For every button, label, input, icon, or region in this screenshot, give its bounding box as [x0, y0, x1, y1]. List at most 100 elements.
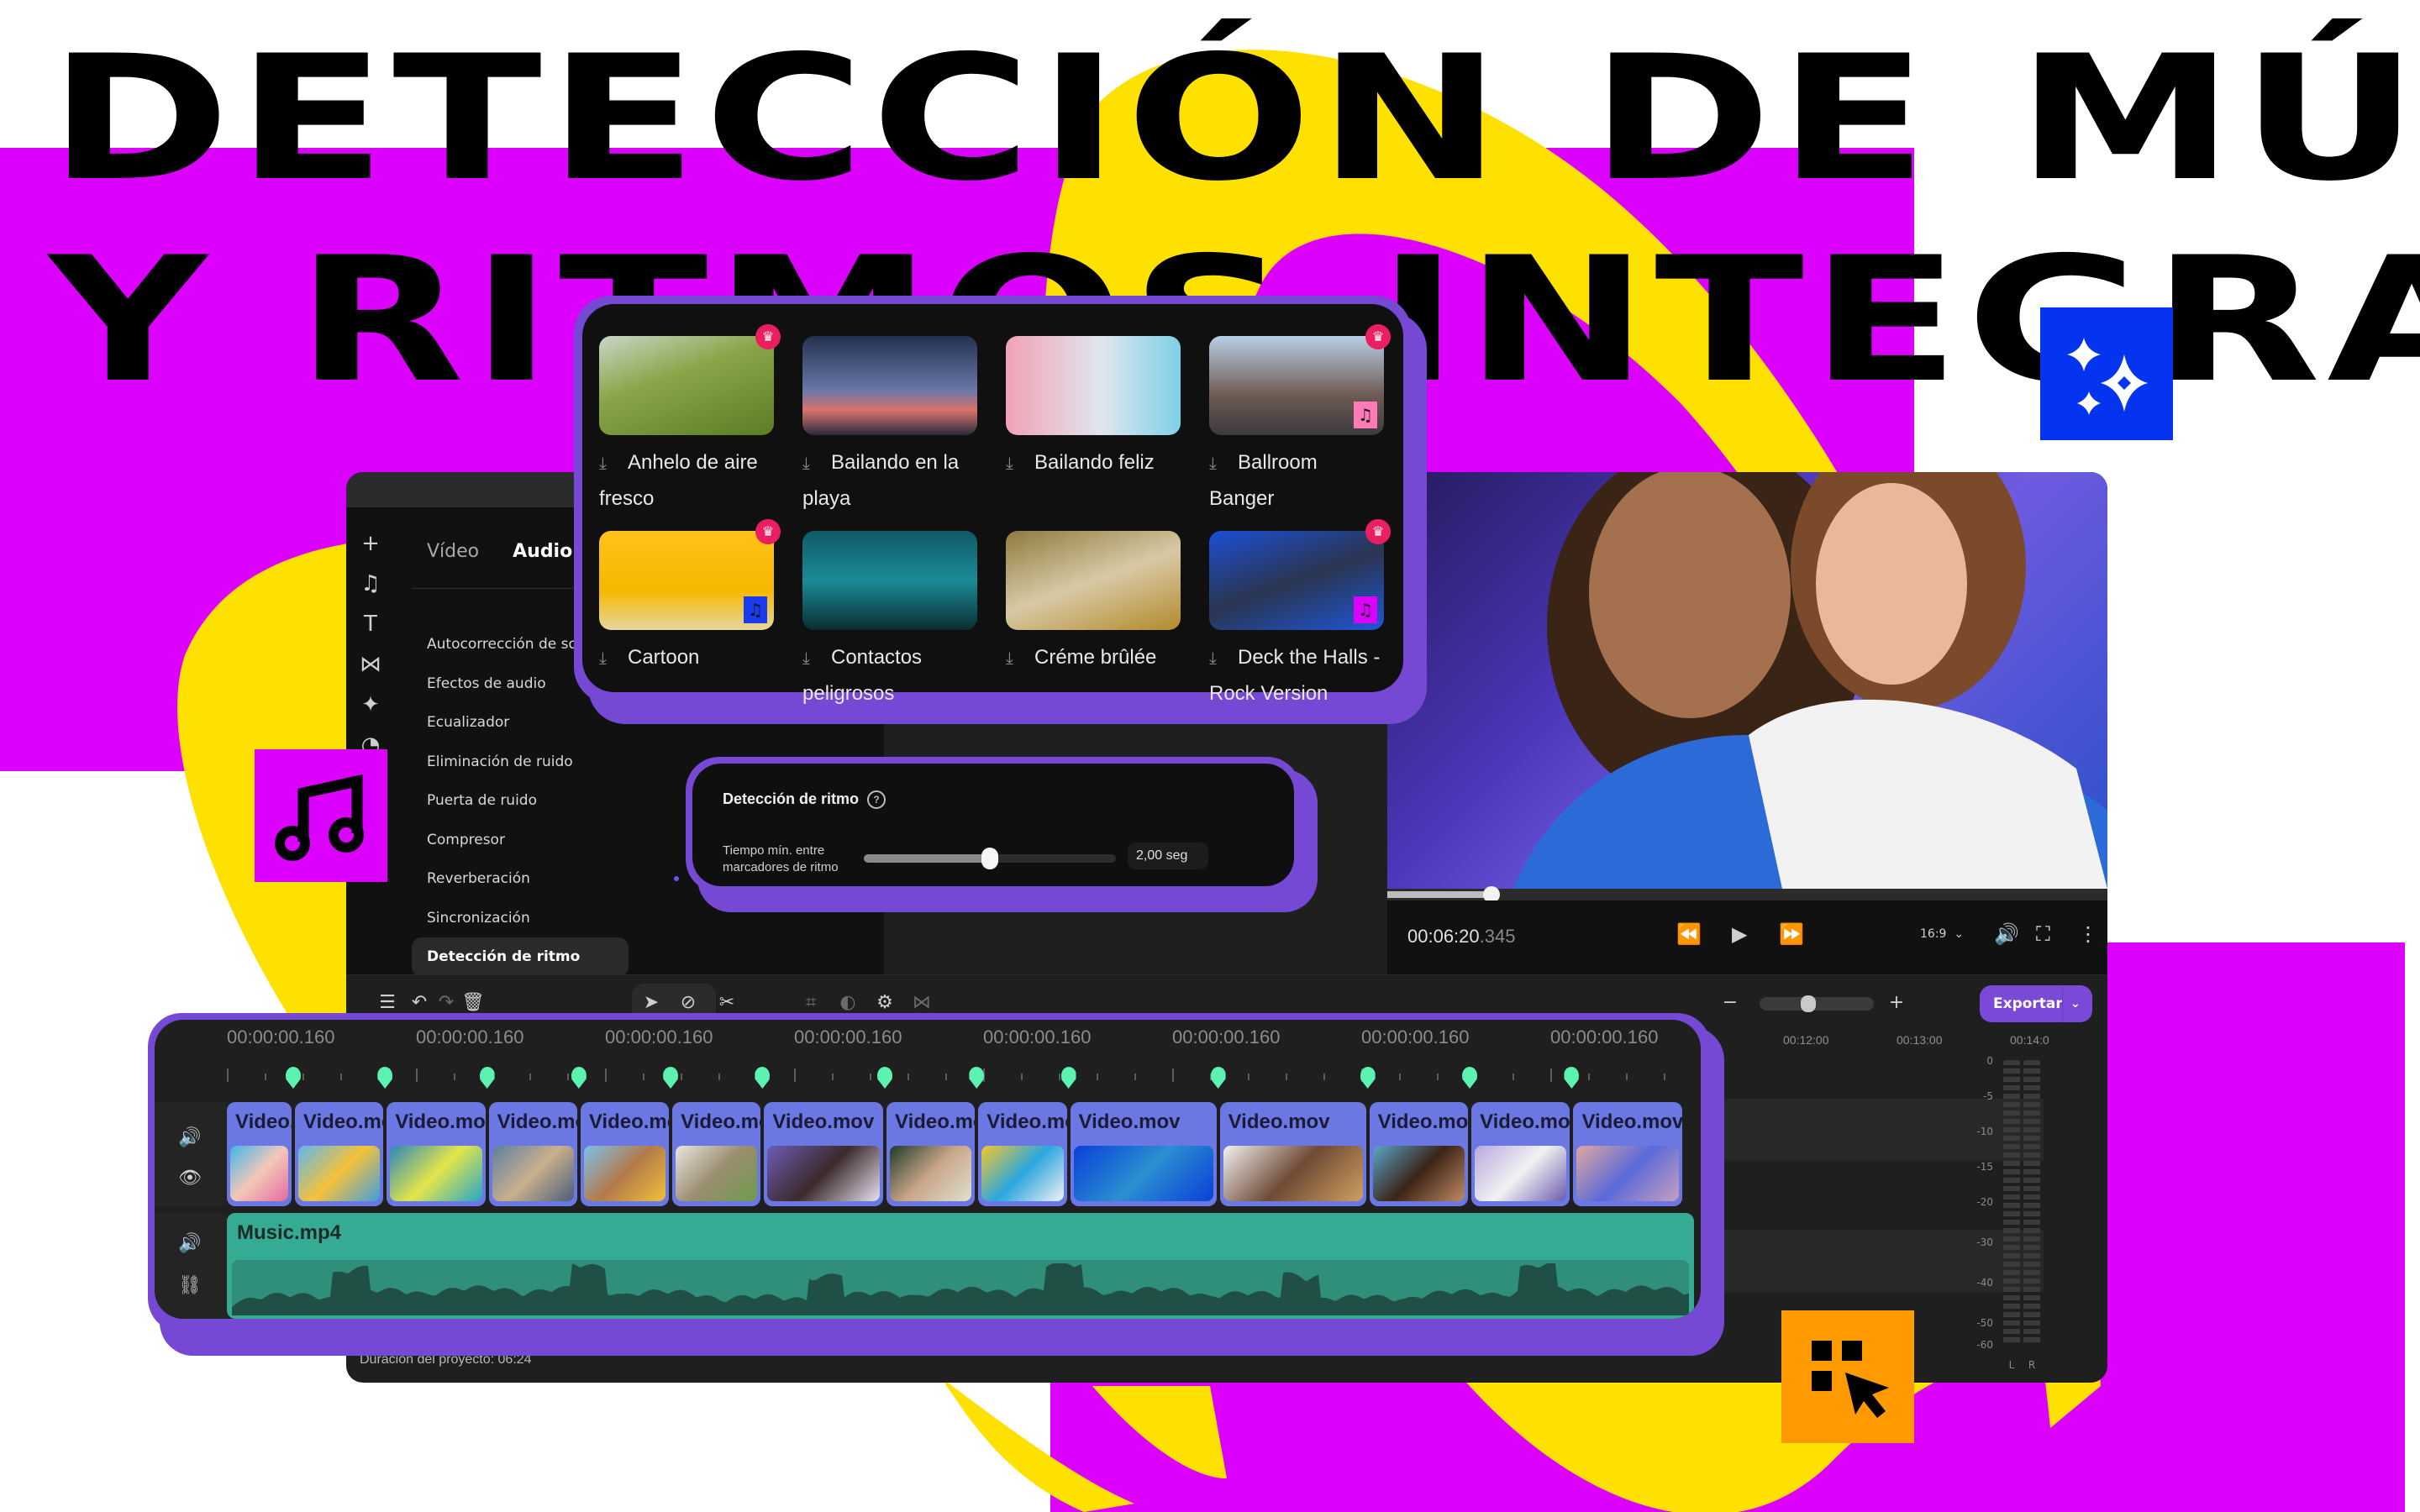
- beat-marker[interactable]: [1360, 1067, 1376, 1089]
- video-preview[interactable]: [1387, 472, 2107, 889]
- help-icon[interactable]: ?: [867, 790, 886, 810]
- video-clip[interactable]: Video.mov: [1070, 1102, 1217, 1206]
- video-clip[interactable]: Video.mov: [978, 1102, 1067, 1206]
- undo-icon[interactable]: ↶: [407, 992, 432, 1013]
- video-clip[interactable]: Video.mov: [886, 1102, 976, 1206]
- export-button[interactable]: Exportar ⌄: [1980, 985, 2092, 1022]
- video-clip[interactable]: Video.mov: [1471, 1102, 1570, 1206]
- download-icon[interactable]: ⤓: [802, 641, 831, 676]
- track-thumbnail[interactable]: ♛ ♫: [1209, 324, 1391, 435]
- track-audio-icon[interactable]: 🔊: [178, 1127, 201, 1148]
- zoom-out-icon[interactable]: −: [1718, 992, 1743, 1013]
- menu-item-detección-de-ritmo[interactable]: Detección de ritmo: [412, 937, 629, 977]
- download-icon[interactable]: ⤓: [1006, 446, 1034, 481]
- music-icon[interactable]: ♫: [358, 571, 383, 596]
- min-interval-slider[interactable]: [864, 848, 1116, 869]
- min-interval-value-field[interactable]: 2,00 seg: [1128, 843, 1208, 869]
- download-icon[interactable]: ⤓: [1209, 641, 1238, 676]
- music-track-card[interactable]: ⤓ Bailando en la playa: [802, 336, 977, 517]
- slider-handle[interactable]: [981, 848, 998, 869]
- music-track-card[interactable]: ⤓ Contactos peligrosos: [802, 531, 977, 711]
- ruler-tick: [1097, 1074, 1098, 1080]
- delete-icon[interactable]: 🗑: [460, 992, 486, 1013]
- beat-marker[interactable]: [663, 1067, 679, 1089]
- add-track-icon[interactable]: ☰: [375, 992, 400, 1013]
- playback-scrubber[interactable]: [1387, 886, 2107, 903]
- timeline-ruler[interactable]: 00:00:00.160 00:00:00.160 00:00:00.160 00:0…: [227, 1026, 1689, 1089]
- track-thumbnail[interactable]: ♛ ♫: [1209, 519, 1391, 630]
- fast-forward-icon[interactable]: ⏩: [1779, 922, 1804, 946]
- crop-icon[interactable]: ⌗: [798, 992, 823, 1013]
- beat-marker[interactable]: [877, 1067, 893, 1089]
- music-track-card[interactable]: ♛ ♫ ⤓ Cartoon: [599, 519, 781, 676]
- ruler-time-label: 00:00:00.160: [227, 1026, 335, 1047]
- music-track-card[interactable]: ♛ ♫ ⤓ Ballroom Banger: [1209, 324, 1391, 517]
- video-clip[interactable]: Video.mov: [580, 1102, 670, 1206]
- unlink-icon[interactable]: ⛓: [178, 1275, 202, 1296]
- beat-marker[interactable]: [571, 1067, 587, 1089]
- download-icon[interactable]: ⤓: [599, 641, 628, 676]
- video-clip[interactable]: Video.mov: [488, 1102, 577, 1206]
- add-icon[interactable]: +: [358, 531, 383, 556]
- volume-icon[interactable]: 🔊: [1994, 922, 2019, 946]
- magnet-icon[interactable]: ⊘: [676, 992, 701, 1013]
- video-clip[interactable]: Video.mov: [1219, 1102, 1366, 1206]
- download-icon[interactable]: ⤓: [1006, 641, 1034, 676]
- play-icon[interactable]: ▶: [1732, 922, 1747, 946]
- zoom-in-icon[interactable]: +: [1884, 992, 1909, 1013]
- text-icon[interactable]: T: [358, 612, 383, 637]
- track-thumbnail[interactable]: [1006, 336, 1181, 435]
- track-title: ⤓ Bailando en la playa: [802, 445, 977, 517]
- video-clip[interactable]: Video.mov: [1369, 1102, 1469, 1206]
- music-track-card[interactable]: ♛ ♫ ⤓ Deck the Halls - Rock Version: [1209, 519, 1391, 711]
- video-clip[interactable]: Video.mov: [227, 1102, 292, 1206]
- timeline-zoom-slider[interactable]: [1760, 995, 1874, 1012]
- beat-marker[interactable]: [1210, 1067, 1226, 1089]
- download-icon[interactable]: ⤓: [1209, 446, 1238, 481]
- video-clip[interactable]: Video.mov: [294, 1102, 384, 1206]
- music-track-card[interactable]: ⤓ Bailando feliz: [1006, 336, 1181, 481]
- color-icon[interactable]: ◐: [835, 992, 860, 1013]
- adjust-icon[interactable]: ⚙: [872, 992, 897, 1013]
- ruler-tick: [1437, 1074, 1439, 1080]
- beat-marker[interactable]: [1462, 1067, 1478, 1089]
- beat-marker[interactable]: [969, 1067, 985, 1089]
- beat-marker[interactable]: [755, 1067, 771, 1089]
- effects-icon[interactable]: ✦: [358, 692, 383, 717]
- video-clip[interactable]: Video.mov: [672, 1102, 761, 1206]
- download-icon[interactable]: ⤓: [802, 446, 831, 481]
- transition-icon[interactable]: ⋈: [909, 992, 934, 1013]
- redo-icon[interactable]: ↷: [434, 992, 459, 1013]
- cut-icon[interactable]: ✂: [714, 992, 739, 1013]
- track-thumbnail[interactable]: [1006, 531, 1181, 630]
- beat-marker[interactable]: [1564, 1067, 1580, 1089]
- track-thumbnail[interactable]: [802, 336, 977, 435]
- music-track-card[interactable]: ⤓ Créme brûlée: [1006, 531, 1181, 676]
- chevron-down-icon[interactable]: ⌄: [2070, 985, 2081, 1022]
- tab-audio[interactable]: Audio: [513, 541, 572, 562]
- beat-marker[interactable]: [377, 1067, 393, 1089]
- fullscreen-icon[interactable]: ⛶: [2036, 922, 2050, 946]
- zoom-slider-handle[interactable]: [1801, 995, 1816, 1012]
- visibility-icon[interactable]: 👁: [178, 1168, 202, 1189]
- track-thumbnail[interactable]: ♛: [599, 324, 781, 435]
- audio-clip[interactable]: Music.mp4: [227, 1213, 1694, 1319]
- aspect-ratio-select[interactable]: 16:9 ⌄: [1920, 927, 1964, 941]
- beat-marker[interactable]: [1060, 1067, 1076, 1089]
- video-clip[interactable]: Video.mov: [764, 1102, 884, 1206]
- video-clip[interactable]: Video.mov: [387, 1102, 486, 1206]
- track-volume-icon[interactable]: 🔊: [178, 1233, 201, 1254]
- track-thumbnail[interactable]: [802, 531, 977, 630]
- clip-label: Video.mov: [497, 1110, 577, 1133]
- beat-marker[interactable]: [285, 1067, 301, 1089]
- music-track-card[interactable]: ♛ ⤓ Anhelo de aire fresco: [599, 324, 781, 517]
- beat-marker[interactable]: [479, 1067, 495, 1089]
- rewind-icon[interactable]: ⏪: [1676, 922, 1702, 946]
- transitions-icon[interactable]: ⋈: [358, 652, 383, 677]
- track-thumbnail[interactable]: ♛ ♫: [599, 519, 781, 630]
- video-clip[interactable]: Video.mov: [1573, 1102, 1682, 1206]
- tab-video[interactable]: Vídeo: [427, 541, 479, 562]
- select-tool-icon[interactable]: ➤: [639, 992, 664, 1013]
- download-icon[interactable]: ⤓: [599, 446, 628, 481]
- more-options-icon[interactable]: ⋮: [2078, 922, 2098, 946]
